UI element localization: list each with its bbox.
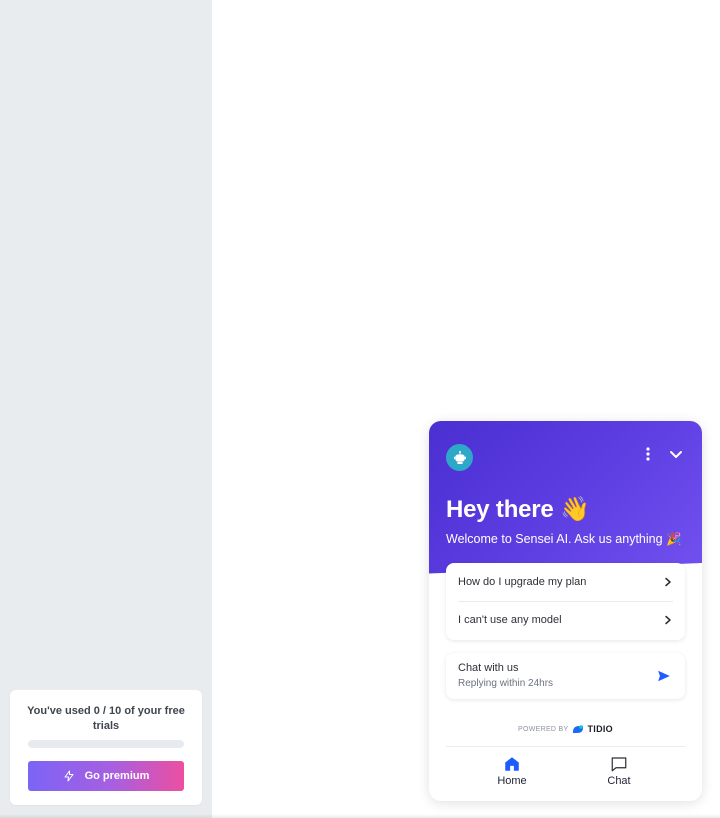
quick-reply-cant-use-model[interactable]: I can't use any model bbox=[446, 601, 685, 639]
chat-bubble-icon bbox=[611, 757, 627, 772]
tidio-logo-icon bbox=[573, 725, 584, 733]
powered-by: POWERED BY TIDIO bbox=[429, 722, 702, 736]
trial-usage-text: You've used 0 / 10 of your free trials bbox=[27, 705, 185, 732]
nav-chat-label: Chat bbox=[607, 775, 631, 787]
go-premium-label: Go premium bbox=[84, 770, 150, 782]
chat-widget: Hey there 👋 Welcome to Sensei AI. Ask us… bbox=[429, 421, 702, 801]
sidebar: You've used 0 / 10 of your free trials G… bbox=[0, 0, 212, 818]
nav-home[interactable]: Home bbox=[482, 755, 542, 795]
quick-reply-label: How do I upgrade my plan bbox=[458, 576, 587, 588]
page-bottom-edge bbox=[0, 814, 720, 818]
nav-home-label: Home bbox=[497, 775, 527, 787]
chat-with-us-title: Chat with us bbox=[458, 662, 519, 674]
quick-replies: How do I upgrade my plan I can't use any… bbox=[446, 563, 685, 640]
nav-divider bbox=[446, 746, 685, 747]
free-trial-card: You've used 0 / 10 of your free trials G… bbox=[10, 690, 202, 805]
go-premium-button[interactable]: Go premium bbox=[28, 761, 184, 791]
tidio-logo[interactable]: TIDIO bbox=[572, 724, 613, 734]
home-icon bbox=[505, 757, 519, 771]
quick-reply-label: I can't use any model bbox=[458, 614, 562, 626]
quick-reply-upgrade-plan[interactable]: How do I upgrade my plan bbox=[446, 563, 685, 601]
widget-greeting: Hey there 👋 bbox=[446, 496, 590, 523]
chevron-right-icon bbox=[663, 577, 673, 587]
robot-icon bbox=[453, 450, 466, 464]
powered-by-text: POWERED BY bbox=[518, 725, 569, 733]
nav-chat[interactable]: Chat bbox=[589, 755, 649, 795]
reply-time-text: Replying within 24hrs bbox=[458, 678, 554, 689]
chevron-down-icon[interactable] bbox=[667, 445, 685, 463]
chevron-right-icon bbox=[663, 615, 673, 625]
lightning-icon bbox=[64, 770, 74, 782]
more-options-icon[interactable] bbox=[642, 445, 654, 463]
send-icon bbox=[658, 670, 670, 682]
bot-avatar bbox=[446, 444, 473, 471]
trial-progress-bar bbox=[28, 740, 184, 748]
chat-with-us-button[interactable]: Chat with us Replying within 24hrs bbox=[446, 653, 685, 699]
tidio-brand-text: TIDIO bbox=[587, 724, 613, 734]
widget-welcome-text: Welcome to Sensei AI. Ask us anything 🎉 bbox=[446, 532, 682, 546]
